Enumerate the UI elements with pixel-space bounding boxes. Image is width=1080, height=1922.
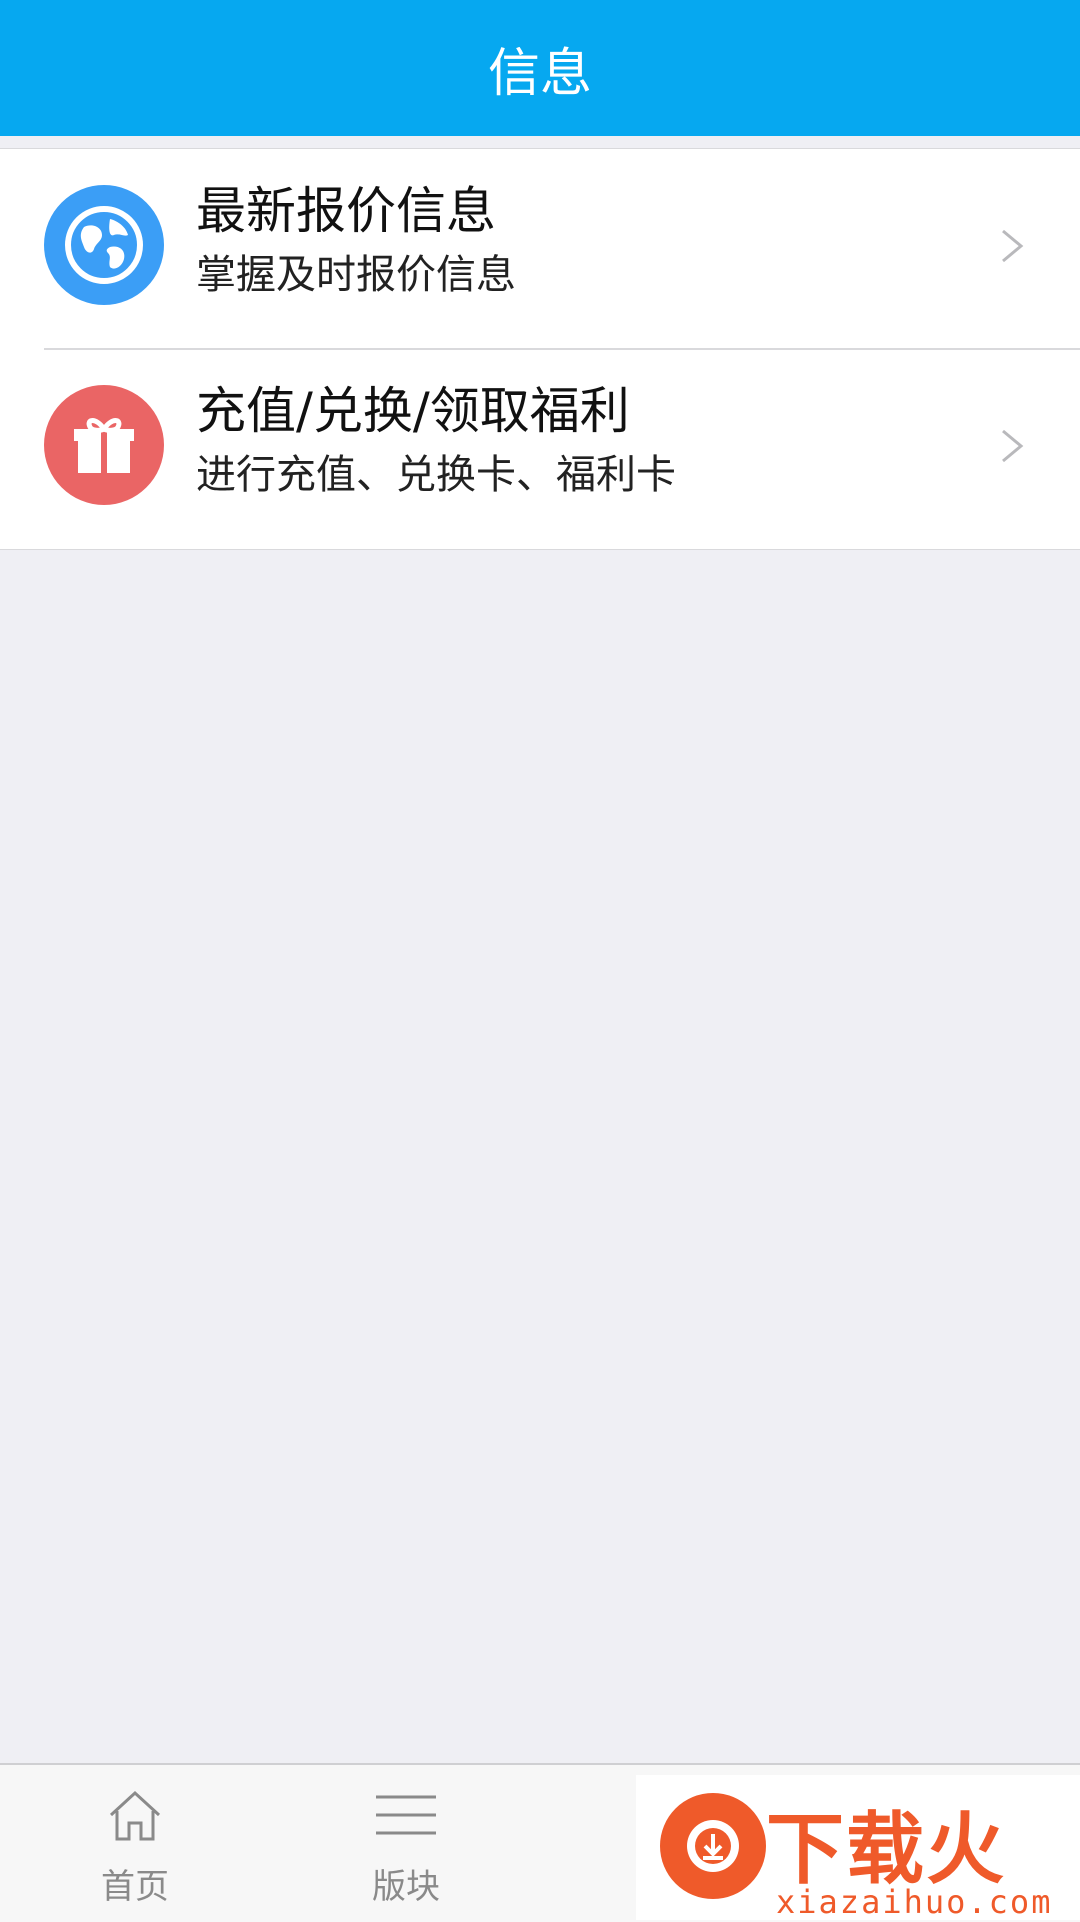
menu-icon [376, 1795, 436, 1835]
list-item-recharge-redeem[interactable]: 充值/兑换/领取福利 进行充值、兑换卡、福利卡 [0, 349, 1080, 549]
item-subtitle: 进行充值、兑换卡、福利卡 [196, 452, 676, 498]
tab-home[interactable]: 首页 [35, 1765, 235, 1922]
item-subtitle: 掌握及时报价信息 [196, 252, 516, 298]
page-title: 信息 [487, 43, 592, 104]
watermark-site: xiazaihuo.com [776, 1883, 1053, 1921]
download-logo-icon [660, 1793, 766, 1899]
chevron-right-icon [1002, 229, 1024, 263]
tab-sections[interactable]: 版块 [306, 1765, 506, 1922]
info-list: 最新报价信息 掌握及时报价信息 充值/兑换/领取福利 进行充值、兑换卡、福利卡 [0, 148, 1080, 550]
globe-icon [44, 185, 164, 305]
tab-label: 版块 [372, 1867, 440, 1907]
watermark-overlay: 下载火 xiazaihuo.com [636, 1775, 1080, 1921]
app-header: 信息 [0, 0, 1080, 136]
home-icon [109, 1790, 161, 1841]
chevron-right-icon [1002, 429, 1024, 463]
gift-icon [44, 385, 164, 505]
tab-label: 首页 [101, 1867, 169, 1907]
item-title: 最新报价信息 [196, 182, 496, 240]
list-item-latest-quote[interactable]: 最新报价信息 掌握及时报价信息 [0, 149, 1080, 350]
item-title: 充值/兑换/领取福利 [196, 382, 630, 440]
